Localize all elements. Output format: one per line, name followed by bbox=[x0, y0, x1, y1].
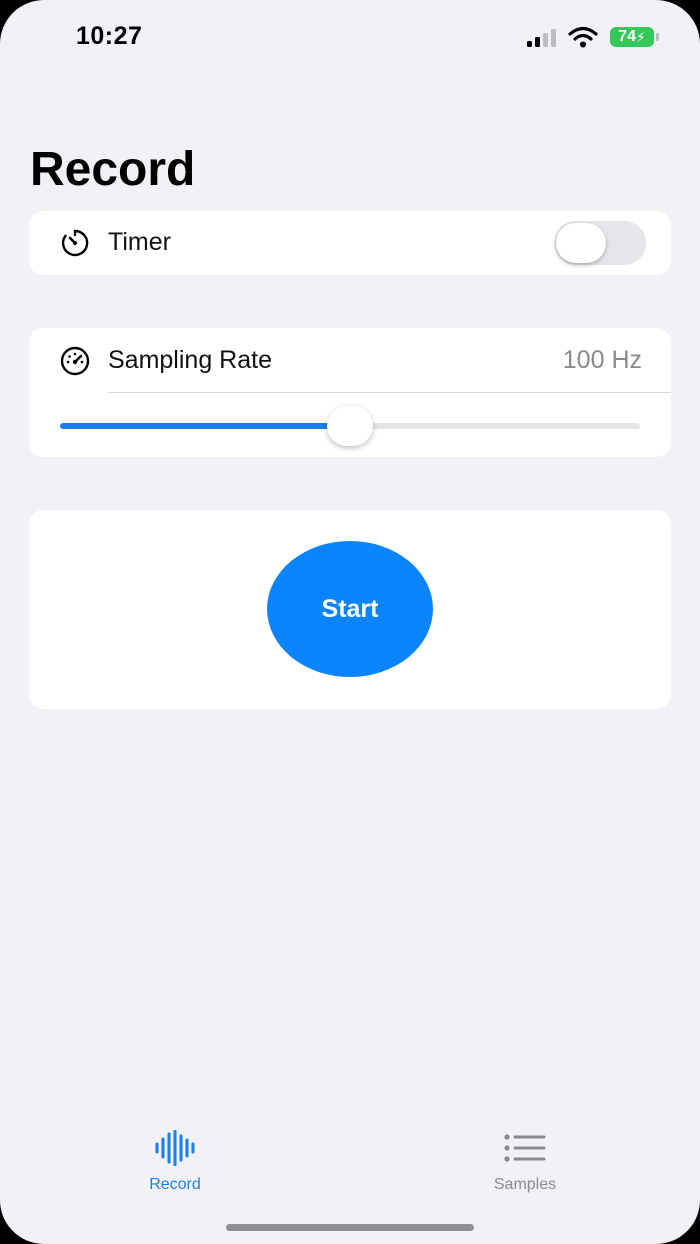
battery-level: 74 bbox=[618, 28, 636, 45]
status-indicators: 74 ⚡ bbox=[527, 26, 659, 48]
tab-samples-label: Samples bbox=[493, 1176, 557, 1193]
tab-samples[interactable]: Samples bbox=[455, 1130, 595, 1194]
cellular-signal-icon bbox=[527, 27, 556, 47]
timer-card: Timer bbox=[29, 211, 671, 275]
timer-label: Timer bbox=[108, 228, 171, 256]
divider bbox=[108, 392, 671, 393]
sampling-rate-value: 100 Hz bbox=[562, 346, 642, 374]
start-button[interactable]: Start bbox=[267, 541, 433, 677]
timer-toggle[interactable] bbox=[554, 221, 646, 265]
waveform-icon bbox=[155, 1130, 195, 1166]
sampling-rate-slider[interactable] bbox=[60, 406, 640, 446]
slider-fill bbox=[60, 423, 350, 429]
start-card: Start bbox=[29, 510, 671, 709]
page-title: Record bbox=[30, 143, 196, 196]
timer-icon bbox=[61, 229, 89, 257]
sampling-rate-card: Sampling Rate 100 Hz bbox=[29, 328, 671, 457]
home-indicator bbox=[226, 1224, 474, 1231]
app-screen: 10:27 74 ⚡ Record Timer Sampling Rate 10… bbox=[0, 0, 700, 1244]
slider-thumb[interactable] bbox=[327, 406, 373, 446]
wifi-icon bbox=[568, 26, 598, 48]
speedometer-icon bbox=[60, 346, 90, 376]
sampling-rate-label: Sampling Rate bbox=[108, 346, 272, 374]
battery-icon: 74 ⚡ bbox=[610, 27, 659, 47]
status-time: 10:27 bbox=[76, 22, 143, 50]
list-icon bbox=[504, 1134, 546, 1162]
tab-record[interactable]: Record bbox=[105, 1130, 245, 1194]
tab-record-label: Record bbox=[149, 1176, 201, 1193]
toggle-knob bbox=[556, 223, 606, 263]
